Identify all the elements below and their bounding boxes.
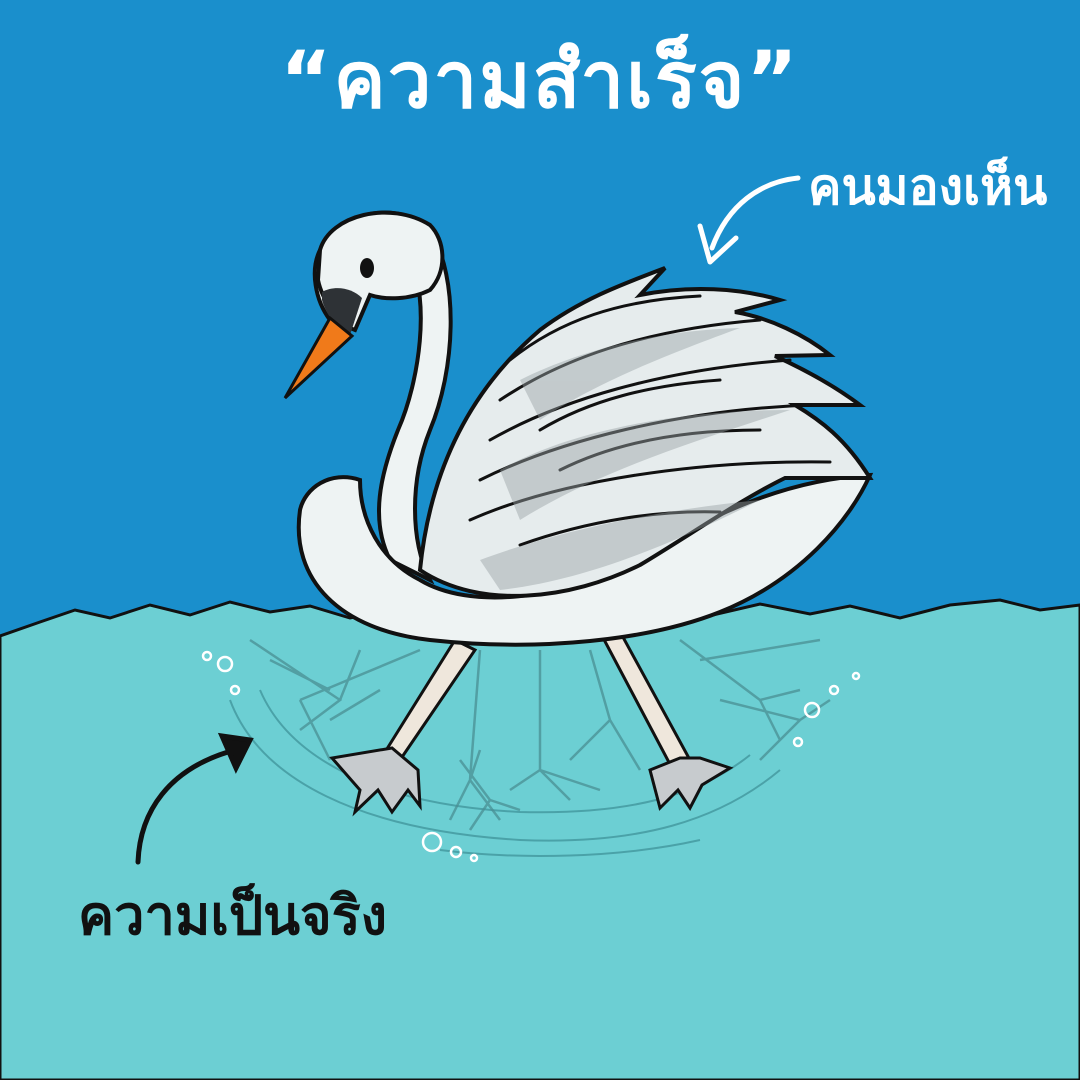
illustration: “ความสำเร็จ” คนมองเห็น ความเป็นจริง xyxy=(0,0,1080,1080)
swan-eye xyxy=(360,258,374,278)
page-title: “ความสำเร็จ” xyxy=(280,36,800,126)
label-seen: คนมองเห็น xyxy=(808,158,1048,216)
label-reality: ความเป็นจริง xyxy=(78,884,388,947)
